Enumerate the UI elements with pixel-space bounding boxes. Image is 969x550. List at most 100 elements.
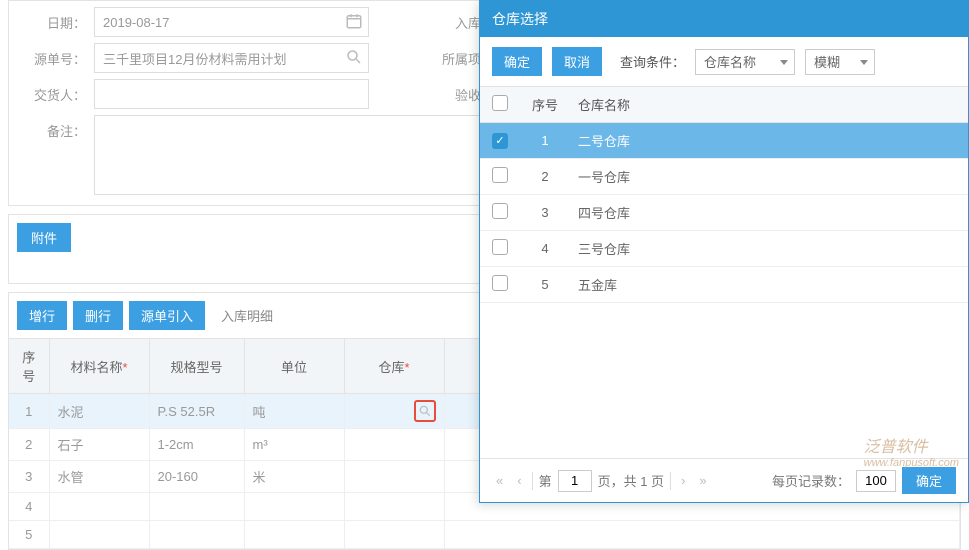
cell-blank bbox=[892, 195, 968, 231]
pager-last-icon[interactable]: » bbox=[695, 473, 710, 488]
cell-idx: 4 bbox=[520, 231, 570, 267]
chevron-down-icon bbox=[780, 60, 788, 65]
label-date: 日期： bbox=[9, 7, 94, 32]
pager-prev-icon[interactable]: ‹ bbox=[513, 473, 525, 488]
warehouse-modal: 仓库选择 确定 取消 查询条件： 仓库名称 模糊 序号 仓库名称 1二号仓库2一… bbox=[479, 0, 969, 503]
cell-spec[interactable]: 20-160 bbox=[149, 461, 244, 493]
cell-warehouse[interactable] bbox=[344, 429, 444, 461]
col-unit: 单位 bbox=[244, 339, 344, 394]
cell-spec[interactable]: 1-2cm bbox=[149, 429, 244, 461]
table-row[interactable]: 2一号仓库 bbox=[480, 159, 968, 195]
cell-unit[interactable]: m³ bbox=[244, 429, 344, 461]
search-icon[interactable] bbox=[414, 400, 436, 422]
cell-warehouse[interactable] bbox=[344, 461, 444, 493]
chevron-down-icon bbox=[860, 60, 868, 65]
table-row[interactable]: 1二号仓库 bbox=[480, 123, 968, 159]
label-in-wh: 入库 bbox=[414, 7, 489, 32]
modal-title: 仓库选择 bbox=[480, 1, 968, 37]
label-delivery-person: 交货人： bbox=[9, 79, 94, 104]
cell-unit[interactable] bbox=[244, 521, 344, 549]
import-button[interactable]: 源单引入 bbox=[129, 301, 205, 330]
perpage-input[interactable] bbox=[856, 470, 896, 492]
query-mode-select[interactable]: 模糊 bbox=[805, 49, 875, 75]
attach-button[interactable]: 附件 bbox=[17, 223, 71, 252]
table-row[interactable]: 5五金库 bbox=[480, 267, 968, 303]
row-checkbox[interactable] bbox=[492, 167, 508, 183]
cell-blank bbox=[892, 231, 968, 267]
cell-in[interactable] bbox=[444, 521, 960, 549]
pager-confirm-button[interactable]: 确定 bbox=[902, 467, 956, 494]
col-name: 仓库名称 bbox=[570, 87, 892, 123]
check-all[interactable] bbox=[492, 95, 508, 111]
label-source-no: 源单号： bbox=[9, 43, 94, 68]
cell-material[interactable]: 石子 bbox=[49, 429, 149, 461]
col-spec: 规格型号 bbox=[149, 339, 244, 394]
row-checkbox[interactable] bbox=[492, 239, 508, 255]
table-row[interactable]: 5 bbox=[9, 521, 960, 549]
cell-blank bbox=[892, 159, 968, 195]
cell-idx: 3 bbox=[9, 461, 49, 493]
date-field[interactable] bbox=[94, 7, 369, 37]
detail-tab[interactable]: 入库明细 bbox=[211, 301, 283, 330]
cell-name: 一号仓库 bbox=[570, 159, 892, 195]
query-label: 查询条件： bbox=[620, 52, 685, 71]
delivery-person-field[interactable] bbox=[94, 79, 369, 109]
perpage-label: 每页记录数： bbox=[772, 471, 850, 490]
col-idx: 序号 bbox=[520, 87, 570, 123]
col-material: 材料名称* bbox=[49, 339, 149, 394]
cell-spec[interactable] bbox=[149, 521, 244, 549]
cell-warehouse[interactable] bbox=[344, 521, 444, 549]
col-idx: 序号 bbox=[9, 339, 49, 394]
table-row[interactable]: 4三号仓库 bbox=[480, 231, 968, 267]
col-warehouse: 仓库* bbox=[344, 339, 444, 394]
warehouse-table: 序号 仓库名称 1二号仓库2一号仓库3四号仓库4三号仓库5五金库 bbox=[480, 87, 968, 303]
pager-page-suffix: 页，共 1 页 bbox=[598, 471, 664, 490]
col-blank bbox=[892, 87, 968, 123]
add-row-button[interactable]: 增行 bbox=[17, 301, 67, 330]
col-check bbox=[480, 87, 520, 123]
cell-idx: 1 bbox=[9, 394, 49, 429]
pager-page-prefix: 第 bbox=[539, 471, 552, 490]
cell-unit[interactable] bbox=[244, 493, 344, 521]
cell-name: 二号仓库 bbox=[570, 123, 892, 159]
cell-warehouse[interactable] bbox=[344, 493, 444, 521]
pager-first-icon[interactable]: « bbox=[492, 473, 507, 488]
cell-material[interactable] bbox=[49, 521, 149, 549]
modal-footer: « ‹ 第 页，共 1 页 › » 每页记录数： 确定 bbox=[480, 458, 968, 502]
cell-spec[interactable] bbox=[149, 493, 244, 521]
modal-cancel-button[interactable]: 取消 bbox=[552, 47, 602, 76]
cell-idx: 5 bbox=[520, 267, 570, 303]
cell-unit[interactable]: 吨 bbox=[244, 394, 344, 429]
cell-unit[interactable]: 米 bbox=[244, 461, 344, 493]
cell-name: 四号仓库 bbox=[570, 195, 892, 231]
cell-idx: 4 bbox=[9, 493, 49, 521]
modal-ok-button[interactable]: 确定 bbox=[492, 47, 542, 76]
source-no-field[interactable] bbox=[94, 43, 369, 73]
cell-material[interactable]: 水管 bbox=[49, 461, 149, 493]
query-field-select[interactable]: 仓库名称 bbox=[695, 49, 795, 75]
cell-blank bbox=[892, 267, 968, 303]
row-checkbox[interactable] bbox=[492, 275, 508, 291]
row-checkbox[interactable] bbox=[492, 133, 508, 149]
cell-material[interactable] bbox=[49, 493, 149, 521]
cell-name: 五金库 bbox=[570, 267, 892, 303]
cell-idx: 5 bbox=[9, 521, 49, 549]
cell-idx: 2 bbox=[520, 159, 570, 195]
search-icon[interactable] bbox=[345, 48, 363, 66]
label-belong-proj: 所属项 bbox=[414, 43, 489, 68]
cell-idx: 2 bbox=[9, 429, 49, 461]
cell-material[interactable]: 水泥 bbox=[49, 394, 149, 429]
cell-spec[interactable]: P.S 52.5R bbox=[149, 394, 244, 429]
cell-warehouse[interactable] bbox=[344, 394, 444, 429]
cell-idx: 3 bbox=[520, 195, 570, 231]
del-row-button[interactable]: 删行 bbox=[73, 301, 123, 330]
table-row[interactable]: 3四号仓库 bbox=[480, 195, 968, 231]
cell-idx: 1 bbox=[520, 123, 570, 159]
cell-name: 三号仓库 bbox=[570, 231, 892, 267]
pager-page-input[interactable] bbox=[558, 470, 592, 492]
pager-next-icon[interactable]: › bbox=[677, 473, 689, 488]
label-checker: 验收 bbox=[414, 79, 489, 104]
calendar-icon[interactable] bbox=[345, 12, 363, 30]
row-checkbox[interactable] bbox=[492, 203, 508, 219]
label-remark: 备注： bbox=[9, 115, 94, 140]
